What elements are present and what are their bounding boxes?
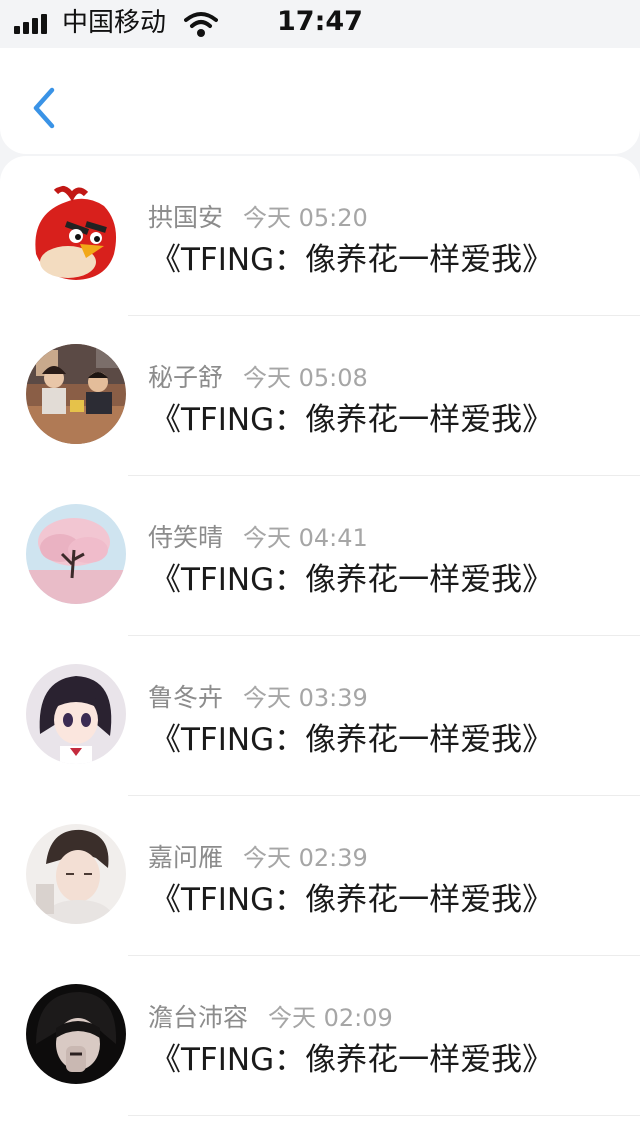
- message-meta: 鲁冬卉 今天 03:39: [148, 678, 368, 712]
- message-meta: 侍笑晴 今天 04:41: [148, 518, 368, 552]
- red-bird-avatar-icon: [26, 184, 126, 284]
- message-text: 《TFING：像养花一样爱我》: [150, 242, 554, 278]
- message-time: 今天 05:20: [243, 204, 368, 232]
- list-item[interactable]: 嘉问雁 今天 02:39 《TFING：像养花一样爱我》: [0, 796, 640, 956]
- divider: [128, 1115, 640, 1116]
- people-photo-avatar-icon: [26, 344, 126, 444]
- sender-name: 嘉问雁: [148, 843, 224, 872]
- avatar[interactable]: [26, 184, 126, 284]
- navigation-bar: [0, 48, 640, 154]
- list-item[interactable]: 侍笑晴 今天 04:41 《TFING：像养花一样爱我》: [0, 476, 640, 636]
- message-meta: 拱国安 今天 05:20: [148, 198, 368, 232]
- message-time: 今天 04:41: [243, 524, 368, 552]
- message-text: 《TFING：像养花一样爱我》: [150, 402, 554, 438]
- message-meta: 嘉问雁 今天 02:39: [148, 838, 368, 872]
- sender-name: 鲁冬卉: [148, 683, 224, 712]
- avatar[interactable]: [26, 664, 126, 764]
- sender-name: 侍笑晴: [148, 523, 224, 552]
- avatar[interactable]: [26, 344, 126, 444]
- list-item[interactable]: 秘子舒 今天 05:08 《TFING：像养花一样爱我》: [0, 316, 640, 476]
- anime-girl-avatar-icon: [26, 664, 126, 764]
- sender-name: 拱国安: [148, 203, 224, 232]
- avatar[interactable]: [26, 824, 126, 924]
- message-time: 今天 02:39: [243, 844, 368, 872]
- message-time: 今天 03:39: [243, 684, 368, 712]
- message-meta: 秘子舒 今天 05:08: [148, 358, 368, 392]
- message-time: 今天 02:09: [268, 1004, 393, 1032]
- message-text: 《TFING：像养花一样爱我》: [150, 1042, 554, 1078]
- back-button[interactable]: [24, 84, 68, 132]
- message-text: 《TFING：像养花一样爱我》: [150, 562, 554, 598]
- sender-name: 澹台沛容: [148, 1003, 249, 1032]
- status-bar: 中国移动 17:47: [0, 0, 640, 48]
- list-item[interactable]: 拱国安 今天 05:20 《TFING：像养花一样爱我》: [0, 156, 640, 316]
- portrait-photo-avatar-icon: [26, 824, 126, 924]
- message-list: 拱国安 今天 05:20 《TFING：像养花一样爱我》 秘子舒 今天 05:0…: [0, 156, 640, 1136]
- message-time: 今天 05:08: [243, 364, 368, 392]
- avatar[interactable]: [26, 984, 126, 1084]
- avatar[interactable]: [26, 504, 126, 604]
- message-text: 《TFING：像养花一样爱我》: [150, 722, 554, 758]
- dark-portrait-avatar-icon: [26, 984, 126, 1084]
- sender-name: 秘子舒: [148, 363, 224, 392]
- chevron-left-icon: [33, 87, 55, 129]
- status-time: 17:47: [277, 6, 363, 37]
- cherry-tree-avatar-icon: [26, 504, 126, 604]
- message-meta: 澹台沛容 今天 02:09: [148, 998, 393, 1032]
- list-item[interactable]: 澹台沛容 今天 02:09 《TFING：像养花一样爱我》: [0, 956, 640, 1116]
- list-item[interactable]: 鲁冬卉 今天 03:39 《TFING：像养花一样爱我》: [0, 636, 640, 796]
- message-text: 《TFING：像养花一样爱我》: [150, 882, 554, 918]
